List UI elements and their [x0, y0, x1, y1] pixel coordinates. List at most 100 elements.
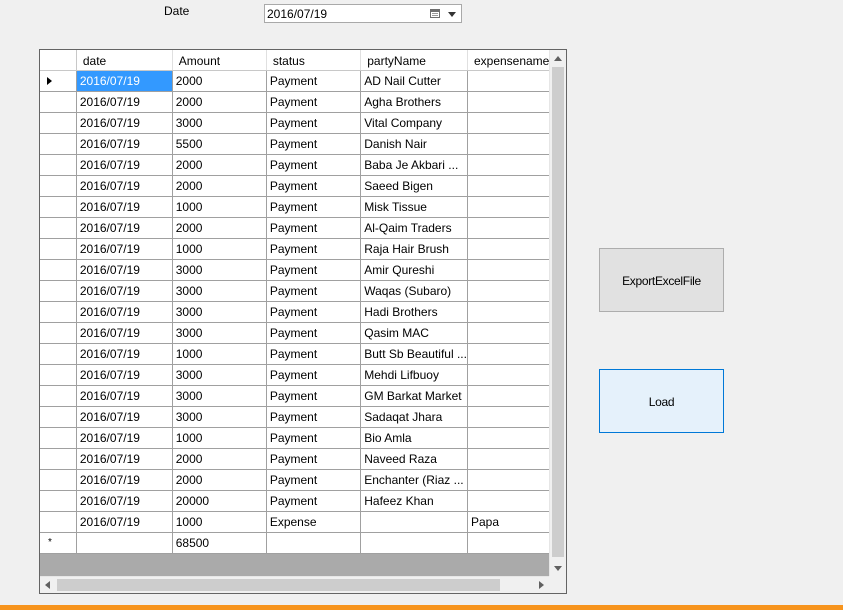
cell-date[interactable]: 2016/07/19: [76, 175, 173, 197]
row-header[interactable]: [40, 322, 77, 344]
row-header[interactable]: [40, 343, 77, 365]
cell-amount[interactable]: 3000: [172, 364, 267, 386]
table-row[interactable]: 2016/07/19 5500 Payment Danish Nair: [40, 133, 566, 155]
cell-status[interactable]: Payment: [266, 70, 362, 92]
cell-status[interactable]: [266, 532, 362, 554]
cell-status[interactable]: Payment: [266, 385, 362, 407]
table-row[interactable]: 2016/07/19 1000 Payment Raja Hair Brush: [40, 238, 566, 260]
cell-partyname[interactable]: Baba Je Akbari ...: [360, 154, 468, 176]
row-header-new[interactable]: *: [40, 532, 77, 554]
row-header[interactable]: [40, 469, 77, 491]
cell-amount[interactable]: 3000: [172, 406, 267, 428]
cell-status[interactable]: Payment: [266, 448, 362, 470]
cell-amount[interactable]: 2000: [172, 469, 267, 491]
row-header[interactable]: [40, 217, 77, 239]
cell-date[interactable]: 2016/07/19: [76, 490, 173, 512]
cell-status[interactable]: Payment: [266, 343, 362, 365]
cell-partyname[interactable]: Hadi Brothers: [360, 301, 468, 323]
table-row[interactable]: 2016/07/19 3000 Payment Qasim MAC: [40, 322, 566, 344]
cell-date[interactable]: 2016/07/19: [76, 385, 173, 407]
scroll-up-arrow-icon[interactable]: [554, 56, 562, 61]
cell-date[interactable]: 2016/07/19: [76, 406, 173, 428]
cell-partyname[interactable]: Danish Nair: [360, 133, 468, 155]
cell-status[interactable]: Payment: [266, 469, 362, 491]
cell-partyname[interactable]: Butt Sb Beautiful ...: [360, 343, 468, 365]
cell-amount[interactable]: 1000: [172, 238, 267, 260]
column-header-status[interactable]: status: [266, 50, 362, 71]
cell-partyname[interactable]: Waqas (Subaro): [360, 280, 468, 302]
cell-partyname[interactable]: Amir Qureshi: [360, 259, 468, 281]
table-row[interactable]: 2016/07/19 1000 Payment Bio Amla: [40, 427, 566, 449]
cell-partyname[interactable]: Enchanter (Riaz ...: [360, 469, 468, 491]
cell-partyname[interactable]: Vital Company: [360, 112, 468, 134]
cell-amount[interactable]: 3000: [172, 259, 267, 281]
cell-date[interactable]: 2016/07/19: [76, 196, 173, 218]
row-header[interactable]: [40, 280, 77, 302]
new-row[interactable]: * 68500: [40, 532, 566, 554]
table-row[interactable]: 2016/07/19 2000 Payment Agha Brothers: [40, 91, 566, 113]
cell-amount[interactable]: 5500: [172, 133, 267, 155]
cell-amount[interactable]: 1000: [172, 427, 267, 449]
cell-date[interactable]: [76, 532, 173, 554]
table-row[interactable]: 2016/07/19 2000 Payment Saeed Bigen: [40, 175, 566, 197]
cell-partyname[interactable]: Bio Amla: [360, 427, 468, 449]
column-header-partyname[interactable]: partyName: [360, 50, 468, 71]
cell-amount[interactable]: 3000: [172, 301, 267, 323]
cell-partyname[interactable]: [360, 511, 468, 533]
cell-status[interactable]: Payment: [266, 154, 362, 176]
cell-status[interactable]: Payment: [266, 175, 362, 197]
cell-status[interactable]: Payment: [266, 490, 362, 512]
cell-date[interactable]: 2016/07/19: [76, 343, 173, 365]
cell-status[interactable]: Payment: [266, 91, 362, 113]
cell-status[interactable]: Payment: [266, 196, 362, 218]
table-row[interactable]: 2016/07/19 1000 Expense Papa: [40, 511, 566, 533]
cell-amount[interactable]: 2000: [172, 217, 267, 239]
row-header[interactable]: [40, 175, 77, 197]
row-header[interactable]: [40, 448, 77, 470]
cell-status[interactable]: Payment: [266, 280, 362, 302]
cell-status[interactable]: Payment: [266, 406, 362, 428]
cell-partyname[interactable]: Raja Hair Brush: [360, 238, 468, 260]
cell-partyname[interactable]: GM Barkat Market: [360, 385, 468, 407]
cell-partyname[interactable]: Agha Brothers: [360, 91, 468, 113]
vertical-scroll-thumb[interactable]: [552, 67, 564, 557]
cell-date[interactable]: 2016/07/19: [76, 469, 173, 491]
cell-date[interactable]: 2016/07/19: [76, 364, 173, 386]
cell-date[interactable]: 2016/07/19: [76, 112, 173, 134]
cell-date[interactable]: 2016/07/19: [76, 259, 173, 281]
cell-amount[interactable]: 2000: [172, 154, 267, 176]
cell-amount[interactable]: 2000: [172, 175, 267, 197]
row-header[interactable]: [40, 490, 77, 512]
load-button[interactable]: Load: [599, 369, 724, 433]
cell-partyname[interactable]: AD Nail Cutter: [360, 70, 468, 92]
cell-amount[interactable]: 1000: [172, 196, 267, 218]
cell-date[interactable]: 2016/07/19: [76, 301, 173, 323]
column-header-amount[interactable]: Amount: [172, 50, 267, 71]
cell-date[interactable]: 2016/07/19: [76, 511, 173, 533]
cell-status[interactable]: Payment: [266, 217, 362, 239]
cell-status[interactable]: Payment: [266, 133, 362, 155]
row-header[interactable]: [40, 154, 77, 176]
cell-amount[interactable]: 1000: [172, 511, 267, 533]
cell-partyname[interactable]: Mehdi Lifbuoy: [360, 364, 468, 386]
row-header[interactable]: [40, 133, 77, 155]
table-row[interactable]: 2016/07/19 3000 Payment Waqas (Subaro): [40, 280, 566, 302]
chevron-down-icon[interactable]: [448, 12, 456, 17]
row-header[interactable]: [40, 70, 77, 92]
horizontal-scrollbar[interactable]: [40, 576, 550, 593]
cell-partyname[interactable]: Saeed Bigen: [360, 175, 468, 197]
cell-amount[interactable]: 3000: [172, 385, 267, 407]
cell-date[interactable]: 2016/07/19: [76, 91, 173, 113]
scroll-right-arrow-icon[interactable]: [539, 581, 544, 589]
cell-status[interactable]: Payment: [266, 112, 362, 134]
row-header[interactable]: [40, 385, 77, 407]
cell-status[interactable]: Payment: [266, 427, 362, 449]
table-row[interactable]: 2016/07/19 1000 Payment Misk Tissue: [40, 196, 566, 218]
table-row[interactable]: 2016/07/19 3000 Payment GM Barkat Market: [40, 385, 566, 407]
cell-date[interactable]: 2016/07/19: [76, 154, 173, 176]
cell-partyname[interactable]: Qasim MAC: [360, 322, 468, 344]
cell-date[interactable]: 2016/07/19: [76, 322, 173, 344]
cell-date[interactable]: 2016/07/19: [76, 427, 173, 449]
cell-date[interactable]: 2016/07/19: [76, 238, 173, 260]
cell-status[interactable]: Payment: [266, 364, 362, 386]
